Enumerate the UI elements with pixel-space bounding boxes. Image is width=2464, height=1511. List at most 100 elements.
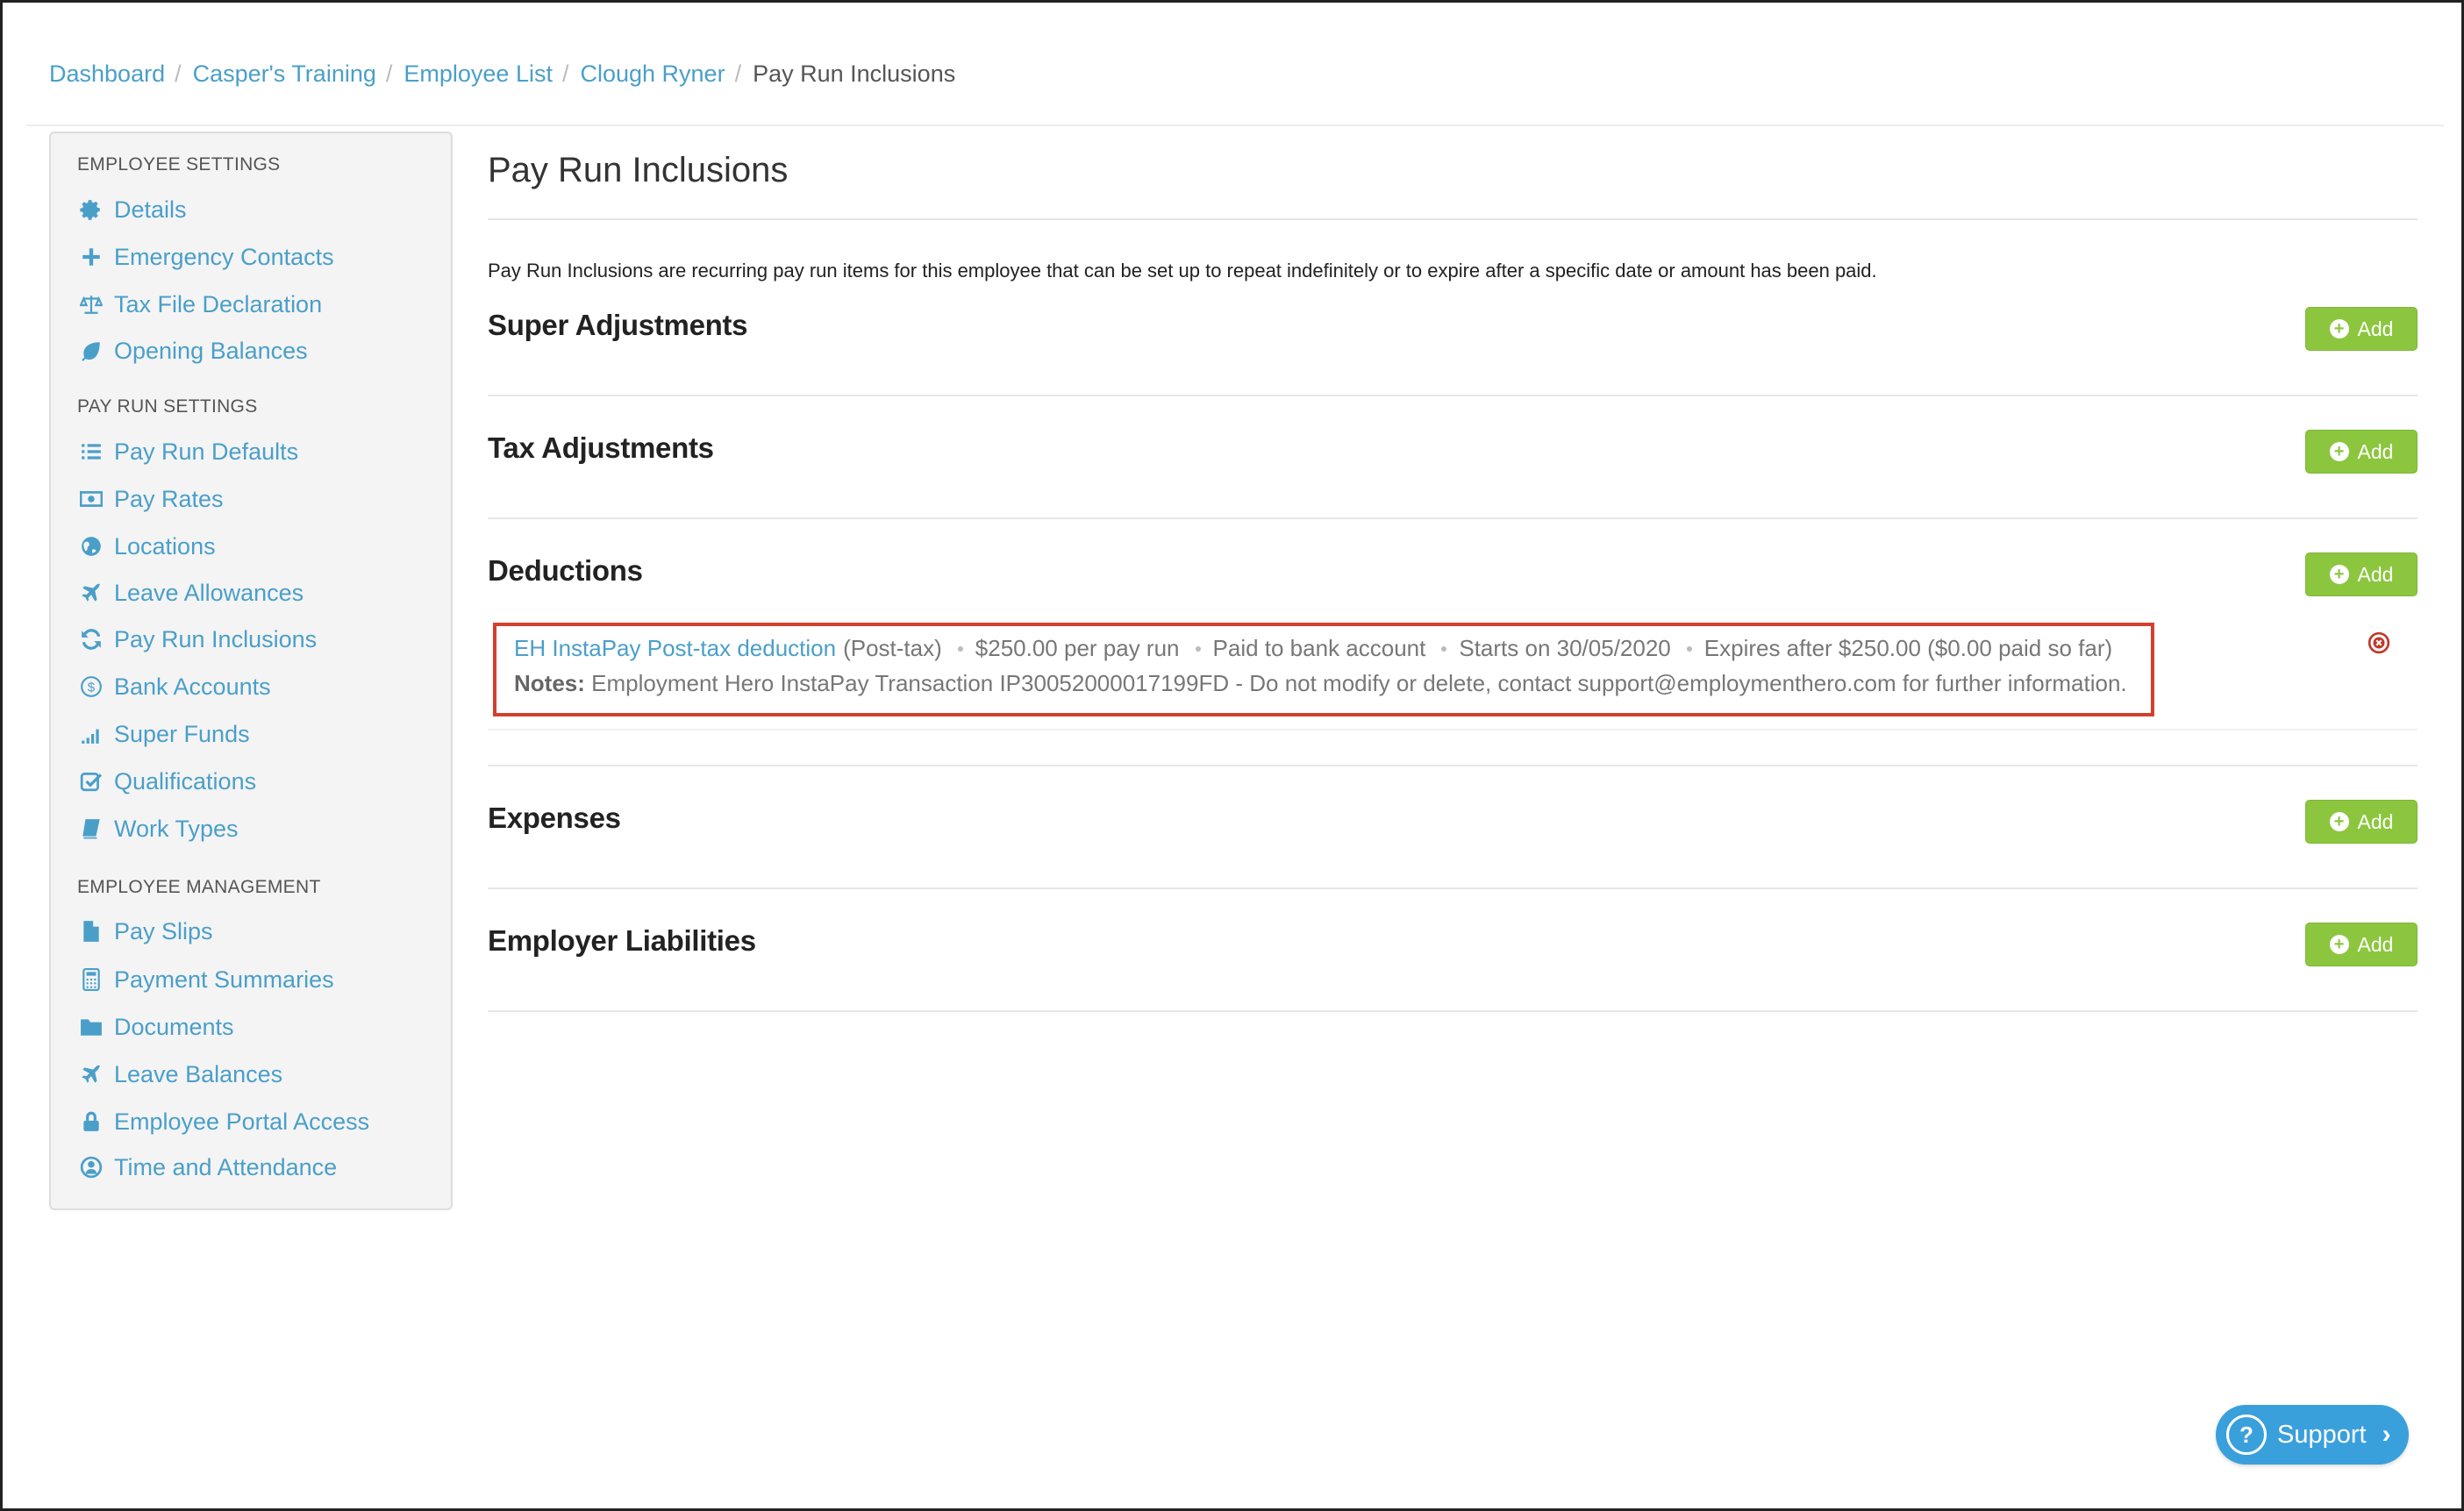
page-title: Pay Run Inclusions [488, 151, 789, 189]
sidebar-item-label: Leave Allowances [114, 579, 304, 606]
breadcrumb: Dashboard / Casper's Training / Employee… [49, 56, 955, 91]
section-divider [488, 1010, 2418, 1012]
plus-circle-icon: + [2329, 935, 2349, 954]
sidebar-heading-employee-settings: EMPLOYEE SETTINGS [77, 154, 281, 175]
deduction-notes: Notes: Employment Hero InstaPay Transact… [514, 670, 2127, 697]
sidebar-item-bank-accounts[interactable]: $ Bank Accounts [77, 669, 271, 704]
section-divider [488, 395, 2418, 396]
deduction-paid-to: Paid to bank account [1212, 635, 1426, 661]
sidebar-item-documents[interactable]: Documents [77, 1009, 234, 1044]
sidebar-heading-pay-run-settings: PAY RUN SETTINGS [77, 396, 258, 417]
clock-user-icon [77, 1153, 105, 1181]
sidebar-item-label: Pay Slips [114, 917, 213, 944]
sidebar-item-opening-balances[interactable]: Opening Balances [77, 333, 308, 368]
globe-icon [77, 532, 105, 560]
section-divider [488, 887, 2418, 889]
sidebar-item-label: Employee Portal Access [114, 1108, 370, 1135]
sidebar-item-leave-allowances[interactable]: Leave Allowances [77, 575, 304, 610]
header-divider [26, 125, 2444, 126]
plus-circle-icon: + [2329, 319, 2349, 339]
add-employer-liability-button[interactable]: + Add [2305, 923, 2418, 966]
sidebar-item-label: Pay Run Defaults [114, 438, 299, 465]
add-button-label: Add [2357, 317, 2394, 340]
sidebar-item-pay-slips[interactable]: Pay Slips [77, 914, 213, 949]
sidebar-item-label: Emergency Contacts [114, 243, 334, 270]
breadcrumb-employee-list[interactable]: Employee List [404, 61, 553, 88]
sidebar-item-pay-run-defaults[interactable]: Pay Run Defaults [77, 434, 298, 469]
gear-icon [77, 196, 105, 224]
sidebar-item-label: Work Types [114, 815, 239, 842]
signal-icon [77, 720, 105, 748]
plane-icon [77, 1060, 105, 1088]
sidebar-item-emergency-contacts[interactable]: Emergency Contacts [77, 239, 334, 274]
separator-dot [1441, 645, 1447, 652]
sidebar-item-label: Bank Accounts [114, 673, 271, 700]
deduction-start-date: Starts on 30/05/2020 [1459, 635, 1671, 661]
sidebar-item-label: Opening Balances [114, 337, 308, 364]
deduction-amount: $250.00 per pay run [975, 635, 1180, 661]
calculator-icon [77, 966, 105, 994]
deduction-name-link[interactable]: EH InstaPay Post-tax deduction [514, 635, 836, 662]
sidebar-item-leave-balances[interactable]: Leave Balances [77, 1057, 282, 1092]
item-divider [488, 729, 2418, 731]
book-icon [77, 815, 105, 843]
settings-sidebar: EMPLOYEE SETTINGS Details Emergency Cont… [49, 132, 453, 1210]
section-divider [488, 765, 2418, 766]
add-super-adjustment-button[interactable]: + Add [2305, 307, 2418, 351]
separator-dot [1195, 645, 1201, 652]
title-divider [488, 218, 2418, 220]
sidebar-item-super-funds[interactable]: Super Funds [77, 716, 250, 752]
sidebar-item-tax-file-declaration[interactable]: Tax File Declaration [77, 287, 322, 322]
separator-dot [957, 645, 963, 652]
add-deduction-button[interactable]: + Add [2305, 552, 2418, 596]
plus-icon [77, 243, 105, 271]
sidebar-item-payment-summaries[interactable]: Payment Summaries [77, 962, 334, 997]
lock-icon [77, 1108, 105, 1136]
file-icon [77, 917, 105, 945]
breadcrumb-employee[interactable]: Clough Ryner [580, 61, 725, 88]
add-button-label: Add [2357, 932, 2394, 956]
breadcrumb-separator: / [385, 60, 393, 87]
sidebar-item-label: Pay Rates [114, 485, 224, 512]
page-description: Pay Run Inclusions are recurring pay run… [488, 260, 1877, 282]
list-icon [77, 438, 105, 466]
plane-icon [77, 579, 105, 607]
section-divider [488, 517, 2418, 519]
breadcrumb-business[interactable]: Casper's Training [193, 61, 376, 88]
breadcrumb-dashboard[interactable]: Dashboard [49, 61, 165, 88]
sidebar-item-work-types[interactable]: Work Types [77, 811, 239, 846]
sidebar-item-time-and-attendance[interactable]: Time and Attendance [77, 1150, 337, 1185]
plus-circle-icon: + [2329, 442, 2349, 461]
notes-label: Notes: [514, 670, 585, 696]
leaf-icon [77, 337, 105, 365]
add-expense-button[interactable]: + Add [2305, 800, 2418, 844]
chevron-right-icon: › [2382, 1420, 2391, 1449]
sidebar-item-qualifications[interactable]: Qualifications [77, 764, 256, 799]
dollar-circle-icon: $ [77, 673, 105, 701]
add-button-label: Add [2357, 439, 2394, 463]
sidebar-item-pay-rates[interactable]: Pay Rates [77, 481, 224, 517]
sidebar-item-label: Documents [114, 1013, 234, 1040]
support-button[interactable]: ? Support › [2216, 1405, 2409, 1465]
refresh-icon [77, 625, 105, 653]
sidebar-item-pay-run-inclusions[interactable]: Pay Run Inclusions [77, 622, 317, 657]
add-button-label: Add [2357, 809, 2394, 833]
deduction-summary: EH InstaPay Post-tax deduction (Post-tax… [514, 635, 2112, 662]
breadcrumb-separator: / [175, 60, 182, 87]
add-tax-adjustment-button[interactable]: + Add [2305, 430, 2418, 474]
section-title-super-adjustments: Super Adjustments [488, 309, 748, 341]
sidebar-item-label: Payment Summaries [114, 966, 334, 993]
sidebar-item-label: Details [114, 196, 187, 223]
svg-text:$: $ [88, 680, 96, 695]
folder-icon [77, 1013, 105, 1041]
remove-deduction-icon[interactable] [2368, 631, 2390, 654]
breadcrumb-separator: / [734, 60, 742, 87]
sidebar-item-locations[interactable]: Locations [77, 529, 216, 564]
sidebar-item-details[interactable]: Details [77, 192, 187, 227]
sidebar-item-label: Super Funds [114, 720, 250, 747]
sidebar-item-employee-portal-access[interactable]: Employee Portal Access [77, 1104, 369, 1139]
plus-circle-icon: + [2329, 812, 2349, 831]
breadcrumb-current: Pay Run Inclusions [753, 60, 956, 87]
section-title-expenses: Expenses [488, 802, 621, 834]
breadcrumb-separator: / [561, 60, 569, 87]
